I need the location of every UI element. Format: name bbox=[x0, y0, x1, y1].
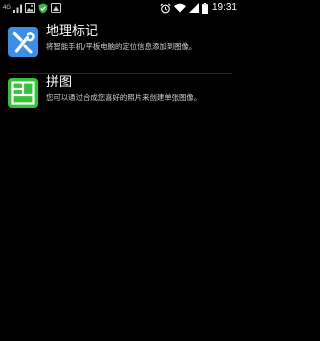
gallery-notification-icon bbox=[25, 3, 36, 13]
battery-icon bbox=[201, 2, 208, 14]
status-clock: 19:31 bbox=[211, 2, 237, 13]
alarm-clock-icon bbox=[160, 2, 171, 13]
option-description: 将智能手机/平板电脑的定位信息添加到图像。 bbox=[46, 42, 197, 51]
option-geotag[interactable]: 地理标记 将智能手机/平板电脑的定位信息添加到图像。 bbox=[0, 24, 240, 70]
option-title: 拼图 bbox=[46, 75, 73, 90]
option-title: 地理标记 bbox=[46, 24, 99, 39]
cell-signal-icon bbox=[188, 3, 199, 13]
status-bar: 4G 19:31 bbox=[0, 0, 240, 16]
status-bar-left: 4G bbox=[3, 2, 64, 14]
app-notification-icon bbox=[51, 3, 62, 13]
option-collage[interactable]: 拼图 您可以通过合成您喜好的照片来创建单张图像。 bbox=[0, 75, 240, 121]
network-type-label: 4G bbox=[3, 5, 12, 11]
status-bar-right: 19:31 bbox=[160, 1, 237, 15]
option-divider bbox=[8, 73, 232, 74]
mobile-signal-icon bbox=[13, 4, 23, 13]
option-description: 您可以通过合成您喜好的照片来创建单张图像。 bbox=[46, 93, 202, 102]
collage-icon bbox=[8, 78, 38, 108]
wifi-icon bbox=[173, 3, 186, 13]
shield-notification-icon bbox=[38, 3, 48, 13]
geotag-icon bbox=[8, 27, 38, 57]
